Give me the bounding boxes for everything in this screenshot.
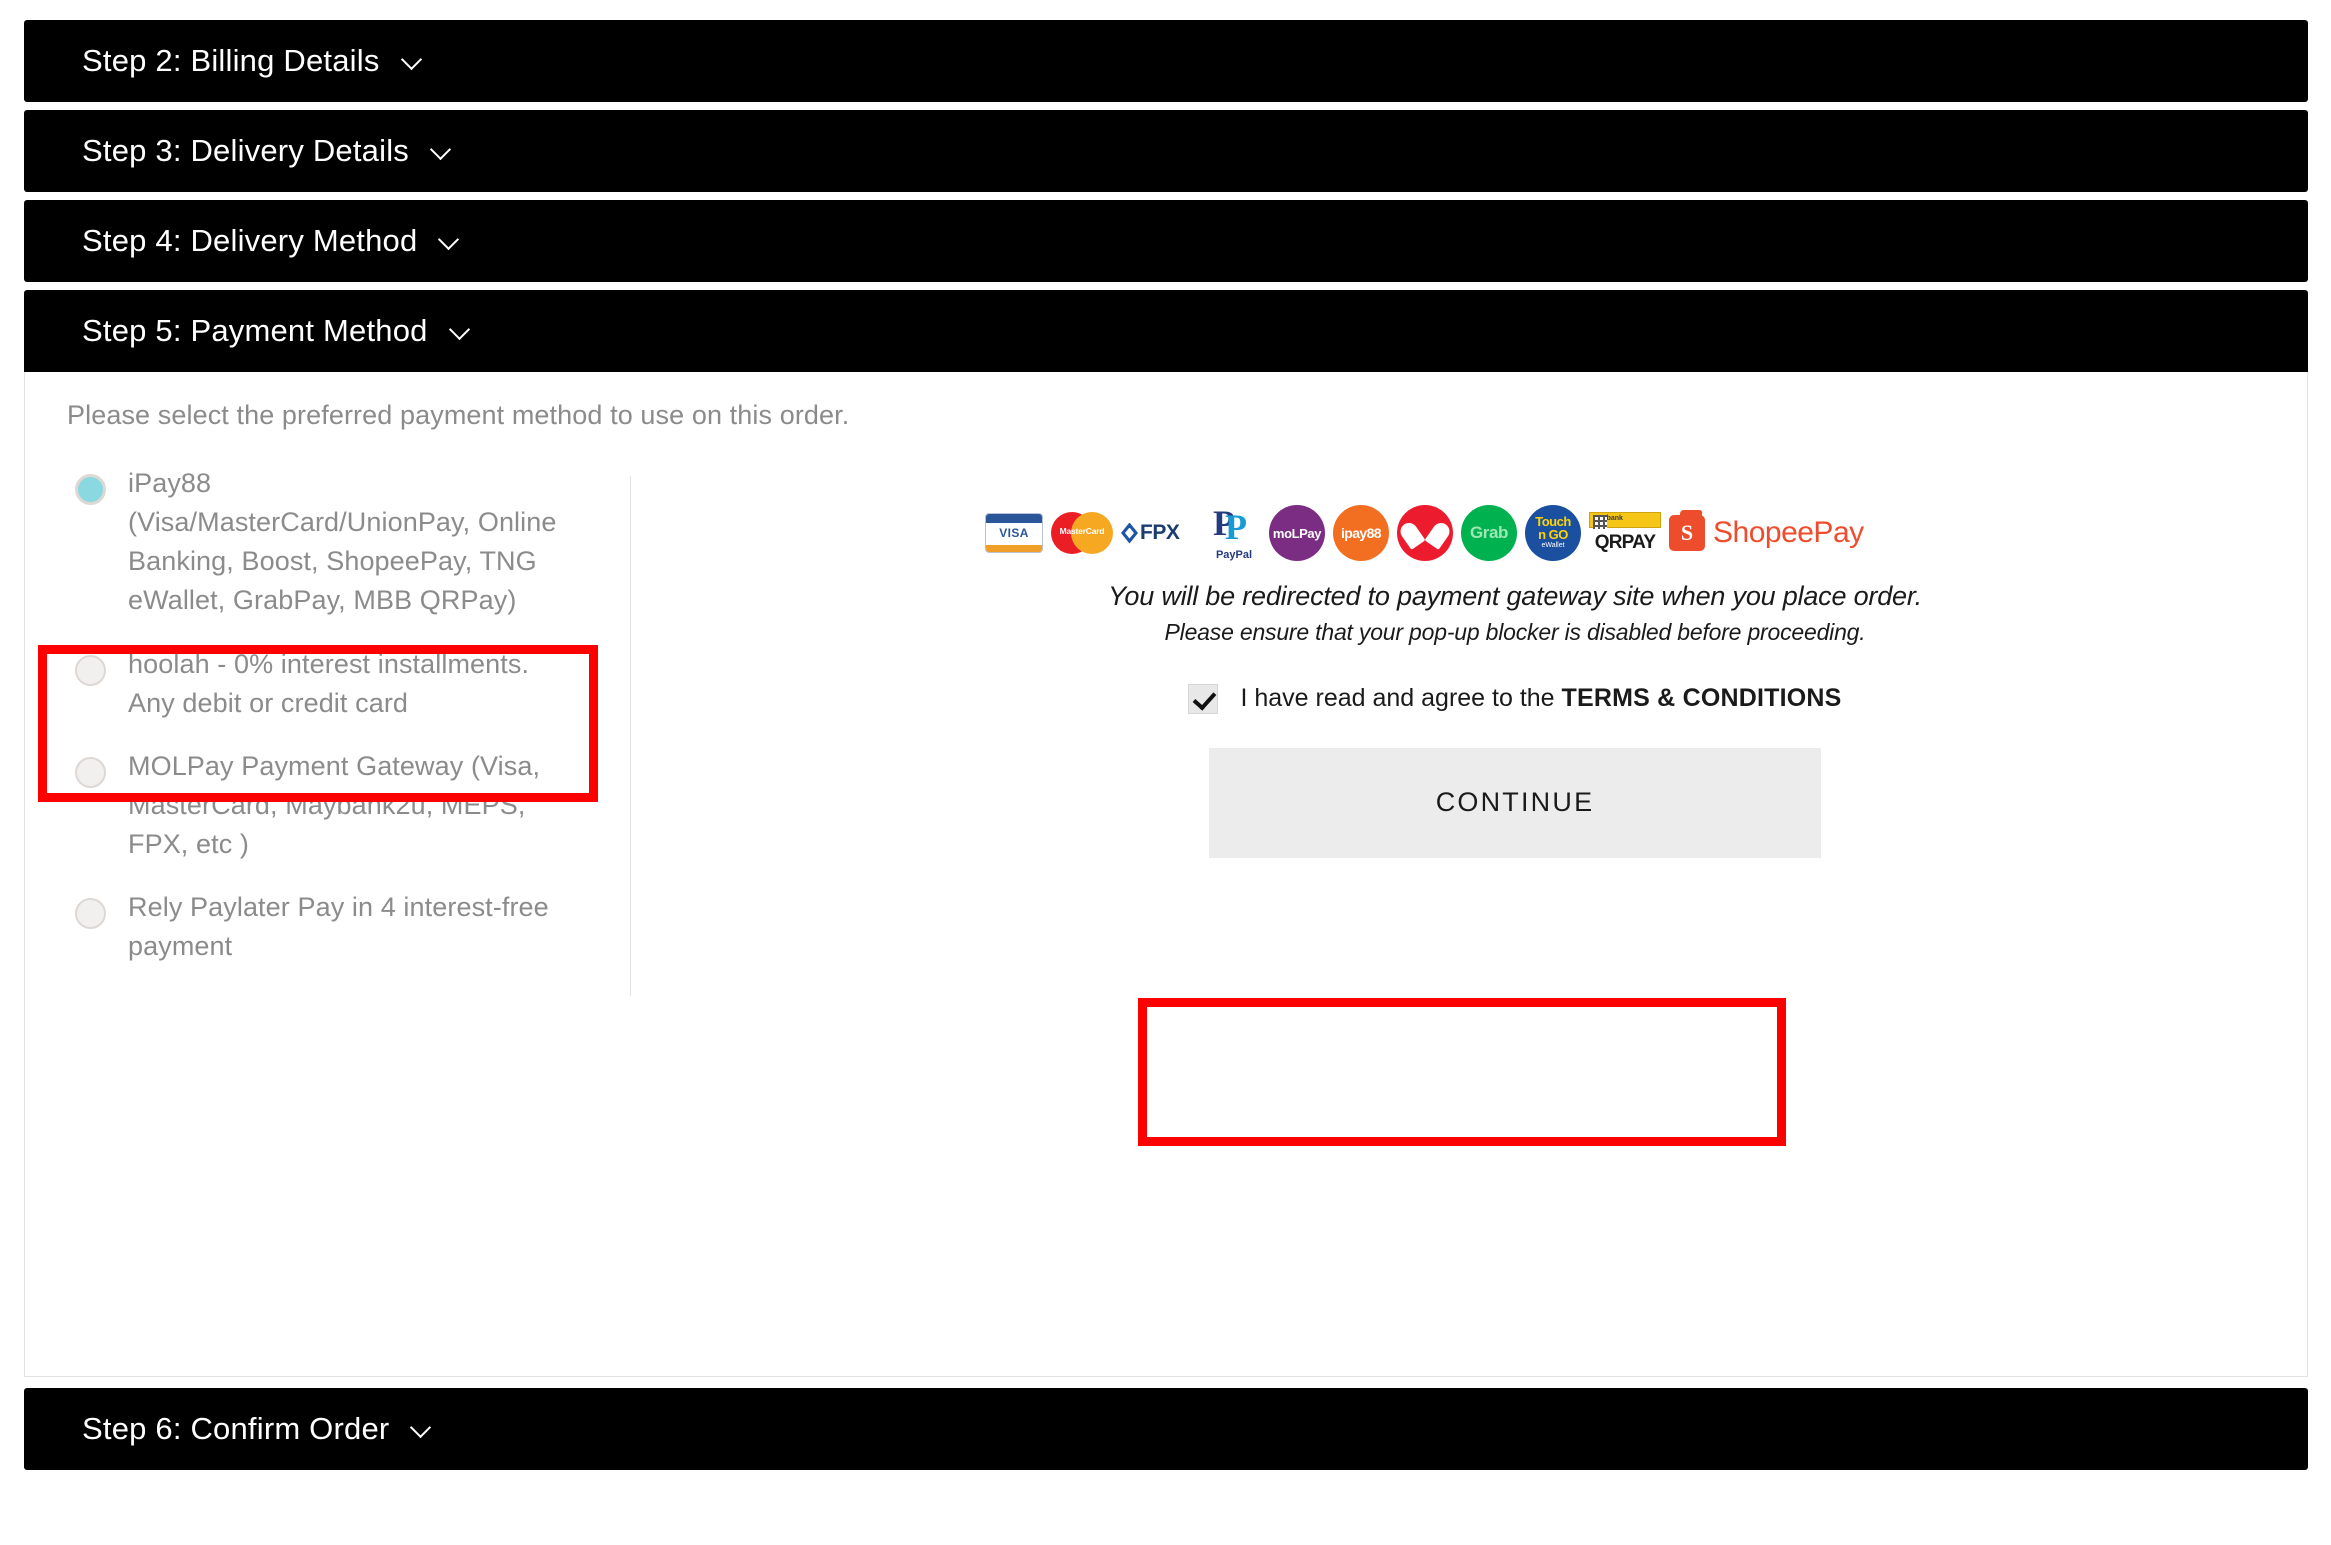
continue-button[interactable]: CONTINUE <box>1209 747 1821 858</box>
payment-option-hoolah[interactable]: hoolah - 0% interest installments. Any d… <box>53 635 633 737</box>
step-header-confirm-order[interactable]: Step 6: Confirm Order <box>24 1388 2308 1470</box>
fpx-wordmark: FPX <box>1140 521 1180 544</box>
payment-logo-strip: VISA MasterCard FPX P P PayPal moLPay ip… <box>985 502 2045 564</box>
visa-logo: VISA <box>985 513 1043 553</box>
step-header-payment-method[interactable]: Step 5: Payment Method <box>24 290 2308 372</box>
step-title: Step 3: Delivery Details <box>82 133 409 168</box>
payment-instruction-text: Please select the preferred payment meth… <box>67 400 850 430</box>
step-header-content: Step 2: Billing Details <box>24 43 424 79</box>
grab-wordmark: Grab <box>1469 523 1509 542</box>
radio-ipay88[interactable] <box>75 474 106 505</box>
paypal-p-light: P <box>1225 507 1247 547</box>
terms-prefix-text: I have read and agree to the <box>1240 684 1562 713</box>
chevron-down-icon <box>431 140 453 162</box>
molpay-wordmark: moLPay <box>1272 525 1322 541</box>
step-header-delivery-method[interactable]: Step 4: Delivery Method <box>24 200 2308 282</box>
radio-molpay[interactable] <box>75 756 106 788</box>
redirect-notice-line-1: You will be redirected to payment gatewa… <box>1108 581 1922 611</box>
touch-n-go-ewallet-logo: Touch n GO eWallet <box>1525 505 1581 561</box>
payment-option-label: MOLPay Payment Gateway (Visa, MasterCard… <box>128 750 541 860</box>
chevron-down-icon <box>411 1418 433 1440</box>
terms-checkbox[interactable] <box>1188 683 1219 714</box>
qr-code-icon <box>1593 515 1607 529</box>
visa-stripe-bottom <box>986 545 1042 552</box>
paypal-wordmark: PayPal <box>1215 549 1253 561</box>
step-title: Step 5: Payment Method <box>82 313 428 348</box>
checkout-page: Step 2: Billing Details Step 3: Delivery… <box>0 0 2331 1545</box>
radio-rely-paylater[interactable] <box>75 898 106 930</box>
step-header-content: Step 4: Delivery Method <box>24 223 461 259</box>
payment-option-label: hoolah - 0% interest installments. Any d… <box>128 648 530 718</box>
boost-heart-icon <box>1410 520 1440 546</box>
chevron-down-icon <box>402 50 424 72</box>
step-title: Step 2: Billing Details <box>82 43 380 78</box>
terms-and-conditions-link[interactable]: TERMS & CONDITIONS <box>1562 684 1842 712</box>
grab-logo: Grab <box>1461 505 1517 561</box>
payment-option-label: iPay88 (Visa/MasterCard/UnionPay, Online… <box>128 468 557 616</box>
fpx-diamond-icon <box>1121 522 1138 544</box>
payment-option-label: Rely Paylater Pay in 4 interest-free pay… <box>128 892 549 962</box>
visa-wordmark: VISA <box>999 526 1029 540</box>
shopeepay-s-mark: S <box>1680 520 1694 545</box>
mastercard-wordmark: MasterCard <box>1059 526 1105 536</box>
tng-line-2: n GO <box>1538 527 1568 542</box>
mastercard-logo: MasterCard <box>1051 512 1113 554</box>
step-header-delivery-details[interactable]: Step 3: Delivery Details <box>24 110 2308 192</box>
step-title: Step 4: Delivery Method <box>82 223 418 258</box>
visa-stripe-top <box>986 514 1042 523</box>
payment-gateway-info: VISA MasterCard FPX P P PayPal moLPay ip… <box>985 502 2045 858</box>
step-header-content: Step 3: Delivery Details <box>24 133 453 169</box>
terms-agreement-row[interactable]: I have read and agree to the TERMS & CON… <box>985 683 2045 714</box>
step-header-content: Step 6: Confirm Order <box>24 1411 433 1447</box>
ipay88-wordmark: ipay88 <box>1341 525 1382 541</box>
fpx-logo: FPX <box>1121 516 1199 550</box>
step-header-billing-details[interactable]: Step 2: Billing Details <box>24 20 2308 102</box>
payment-list-scroll-track[interactable] <box>630 476 631 996</box>
ipay88-logo: ipay88 <box>1333 505 1389 561</box>
tng-line-3: eWallet <box>1541 542 1565 549</box>
payment-option-ipay88[interactable]: iPay88 (Visa/MasterCard/UnionPay, Online… <box>53 454 633 635</box>
terms-label: I have read and agree to the TERMS & CON… <box>1240 684 1841 713</box>
molpay-logo: moLPay <box>1269 505 1325 561</box>
radio-hoolah[interactable] <box>75 654 106 686</box>
maybank-qrpay-logo: Maybank QRPAY <box>1589 512 1661 554</box>
payment-method-panel: Please select the preferred payment meth… <box>24 372 2308 1377</box>
qrpay-wordmark: QRPAY <box>1594 532 1656 553</box>
shopeepay-wordmark: ShopeePay <box>1713 516 1864 549</box>
boost-logo <box>1397 505 1453 561</box>
chevron-down-icon <box>439 230 461 252</box>
step-title: Step 6: Confirm Order <box>82 1411 390 1446</box>
chevron-down-icon <box>450 320 472 342</box>
shopeepay-wallet-icon: S <box>1669 515 1705 551</box>
paypal-logo: P P PayPal <box>1207 505 1261 561</box>
shopeepay-logo: S ShopeePay <box>1669 510 1865 556</box>
payment-option-molpay[interactable]: MOLPay Payment Gateway (Visa, MasterCard… <box>53 737 633 878</box>
payment-option-rely-paylater[interactable]: Rely Paylater Pay in 4 interest-free pay… <box>53 878 633 980</box>
redirect-notice-line-2: Please ensure that your pop-up blocker i… <box>1164 618 1866 645</box>
qrpay-bank-band: Maybank <box>1589 512 1661 529</box>
step-header-content: Step 5: Payment Method <box>24 313 472 349</box>
payment-method-list: iPay88 (Visa/MasterCard/UnionPay, Online… <box>53 454 633 974</box>
